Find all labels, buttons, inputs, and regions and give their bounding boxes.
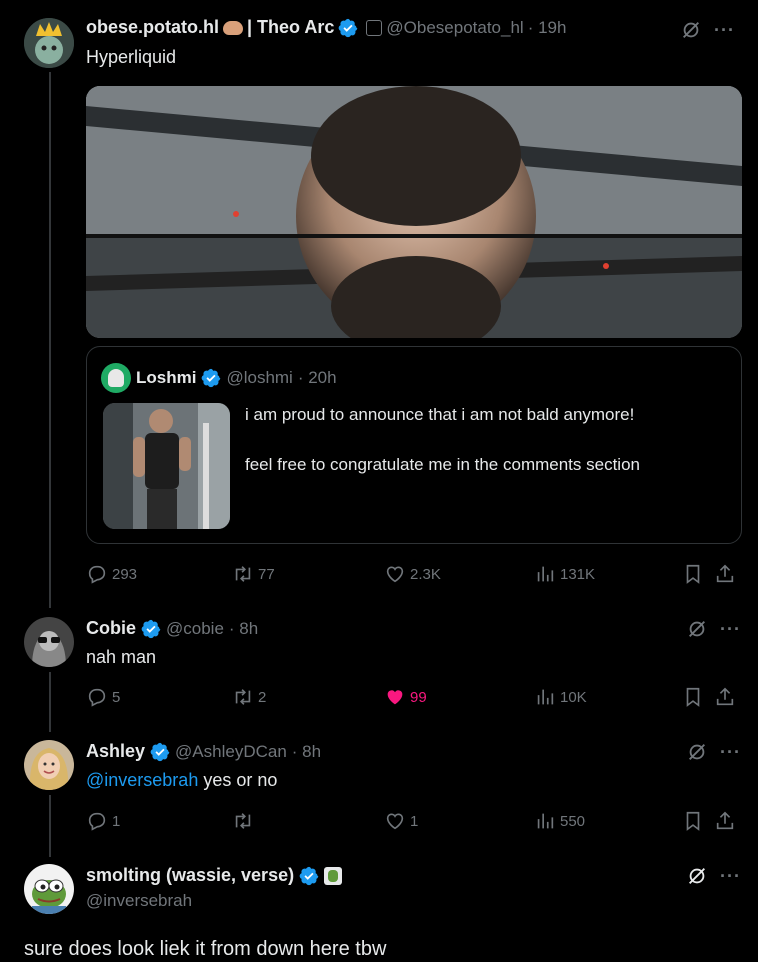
views-count: 550 [560, 812, 586, 830]
timestamp[interactable]: · 8h [229, 619, 258, 639]
views-button[interactable]: 131K [534, 563, 595, 585]
share-icon[interactable] [714, 563, 736, 585]
like-icon [384, 563, 406, 585]
bald-head-photo [86, 86, 742, 338]
more-icon[interactable]: ··· [720, 619, 741, 640]
handle[interactable]: @AshleyDCan [175, 742, 287, 762]
reply-button[interactable]: 5 [86, 686, 120, 708]
bookmark-icon[interactable] [682, 686, 704, 708]
timestamp[interactable]: · 8h [292, 742, 321, 762]
repost-icon [232, 686, 254, 708]
more-icon[interactable]: ··· [720, 866, 741, 887]
grok-icon[interactable] [686, 741, 708, 763]
share-icon[interactable] [714, 810, 736, 832]
handle[interactable]: @Obesepotato_hl [386, 18, 523, 38]
verified-icon [299, 866, 319, 886]
display-name[interactable]: obese.potato.hl [86, 17, 219, 38]
repost-button[interactable]: 77 [232, 563, 275, 585]
thread-line [49, 672, 51, 732]
reply-icon [86, 686, 108, 708]
avatar[interactable] [24, 617, 74, 667]
grok-icon[interactable] [686, 618, 708, 640]
gym-selfie-photo [103, 403, 230, 529]
verified-icon [338, 18, 358, 38]
like-icon [384, 810, 406, 832]
grok-icon[interactable] [686, 865, 708, 887]
reply-button[interactable]: 293 [86, 563, 137, 585]
more-icon[interactable]: ··· [720, 742, 741, 763]
avatar-pepe-frog [24, 864, 74, 914]
verified-icon [201, 368, 221, 388]
repost-icon [232, 810, 254, 832]
muscle-emoji-icon [223, 20, 244, 35]
reply-button[interactable]: 1 [86, 810, 120, 832]
display-name[interactable]: Ashley [86, 741, 145, 762]
bookmark-icon[interactable] [682, 563, 704, 585]
quoted-handle[interactable]: @loshmi [226, 368, 292, 388]
quoted-image[interactable] [103, 403, 230, 529]
display-name[interactable]: smolting (wassie, verse) [86, 865, 294, 886]
avatar-crowned-head [24, 18, 74, 68]
tweet-text: @inversebrah yes or no [86, 770, 277, 791]
avatar[interactable] [24, 740, 74, 790]
tweet-text: sure does look liek it from down here tb… [24, 938, 387, 960]
quoted-text-line-1: i am proud to announce that i am not bal… [245, 405, 635, 424]
like-count: 1 [410, 812, 419, 830]
views-icon [534, 686, 556, 708]
avatar[interactable] [24, 864, 74, 914]
bookmark-icon[interactable] [682, 810, 704, 832]
like-button[interactable]: 2.3K [384, 563, 441, 585]
quoted-tweet[interactable]: Loshmi @loshmi · 20h i am proud to annou… [86, 346, 742, 544]
affiliation-badge-icon[interactable] [366, 19, 383, 36]
grok-icon[interactable] [680, 19, 702, 41]
reply-count: 293 [112, 565, 138, 583]
reply-icon [86, 563, 108, 585]
like-count: 99 [410, 688, 427, 706]
views-count: 131K [560, 565, 596, 583]
avatar[interactable] [24, 18, 74, 68]
avatar-blonde-woman [24, 740, 74, 790]
views-button[interactable]: 10K [534, 686, 587, 708]
verified-icon [141, 619, 161, 639]
views-icon [534, 563, 556, 585]
reply-count: 5 [112, 688, 121, 706]
thread-line [49, 72, 51, 608]
tweet-text: nah man [86, 647, 157, 667]
share-icon[interactable] [714, 686, 736, 708]
avatar-person-glasses [24, 617, 74, 667]
like-icon-filled [384, 686, 406, 708]
views-count: 10K [560, 688, 587, 706]
tweet-text-body: yes or no [203, 770, 278, 790]
quoted-text-line-2: feel free to congratulate me in the comm… [245, 455, 640, 474]
reply-count: 1 [112, 812, 121, 830]
affiliation[interactable]: | Theo Arc [247, 17, 334, 38]
affiliation-badge-icon[interactable] [324, 866, 343, 885]
display-name[interactable]: Cobie [86, 618, 136, 639]
like-count: 2.3K [410, 565, 441, 583]
quoted-display-name[interactable]: Loshmi [136, 368, 196, 388]
views-button[interactable]: 550 [534, 810, 585, 832]
tweet-text: Hyperliquid [86, 47, 177, 67]
reply-icon [86, 810, 108, 832]
like-button[interactable]: 1 [384, 810, 418, 832]
repost-button[interactable]: 2 [232, 686, 266, 708]
tweet-image[interactable] [86, 86, 742, 338]
like-button[interactable]: 99 [384, 686, 427, 708]
timestamp[interactable]: · 19h [528, 18, 567, 38]
repost-count: 77 [258, 565, 275, 583]
handle[interactable]: @cobie [166, 619, 224, 639]
repost-icon [232, 563, 254, 585]
repost-button[interactable] [232, 810, 258, 832]
thread-line [49, 795, 51, 857]
verified-icon [150, 742, 170, 762]
quoted-timestamp[interactable]: · 20h [298, 368, 337, 388]
views-icon [534, 810, 556, 832]
quoted-avatar[interactable] [101, 363, 131, 393]
handle[interactable]: @inversebrah [86, 891, 192, 911]
mention-link[interactable]: @inversebrah [86, 770, 198, 790]
more-icon[interactable]: ··· [714, 20, 735, 41]
repost-count: 2 [258, 688, 267, 706]
